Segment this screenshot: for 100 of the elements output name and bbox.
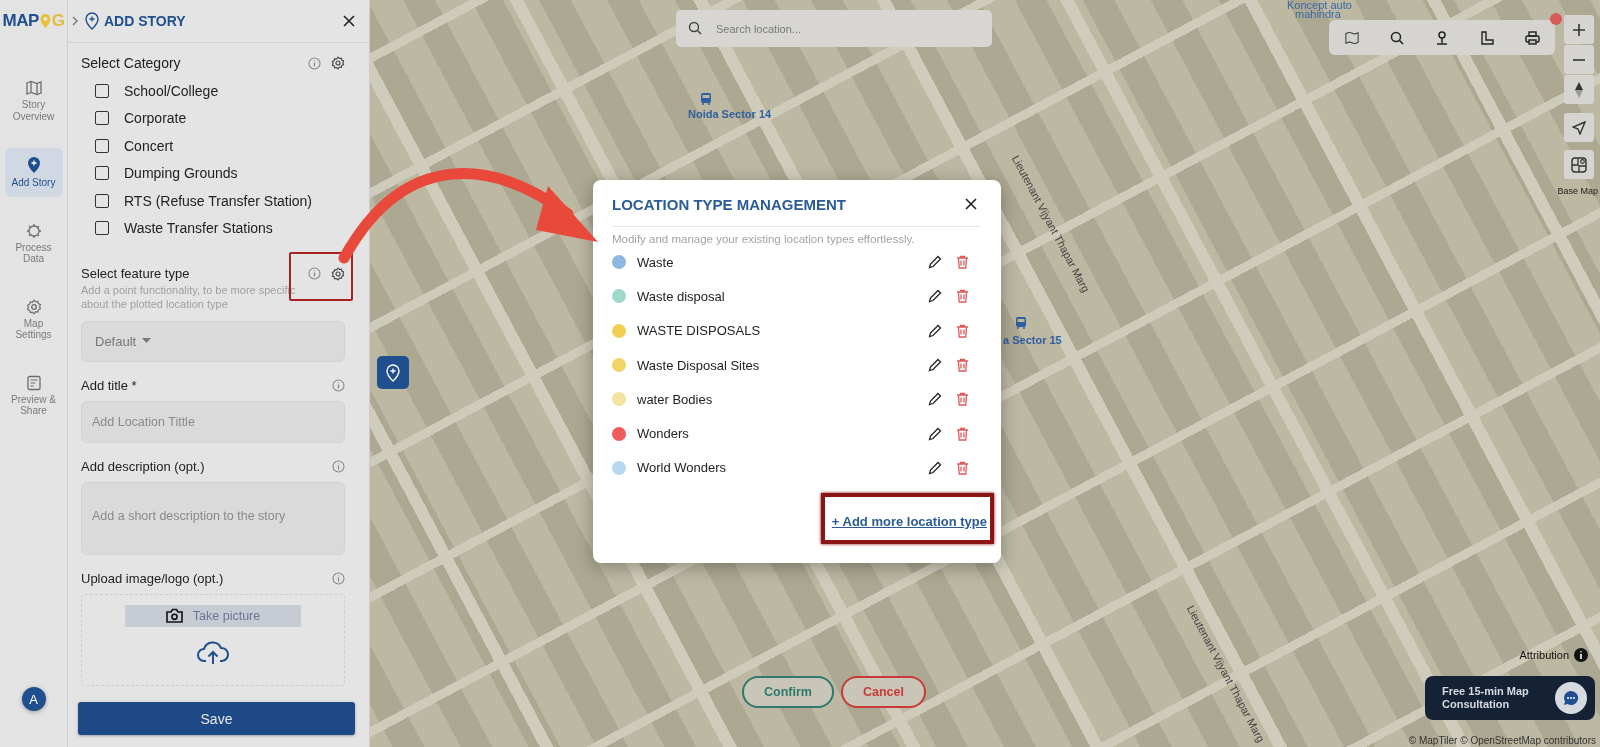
location-type-name: World Wonders — [637, 460, 727, 476]
map-icon — [25, 80, 42, 96]
ruler-icon[interactable] — [1479, 30, 1494, 45]
dialog-title: LOCATION TYPE MANAGEMENT — [612, 195, 846, 213]
print-icon[interactable] — [1524, 30, 1540, 45]
search-field[interactable]: Search location... — [676, 10, 992, 47]
rail-item[interactable]: Preview & Share — [4, 366, 63, 425]
cloud-upload-icon — [196, 638, 230, 665]
rail-item[interactable]: Story Overview — [4, 72, 63, 130]
map-label: Koncept auto — [1287, 0, 1352, 11]
checkbox[interactable] — [95, 138, 109, 153]
bus-stop-icon — [1015, 316, 1027, 330]
info-icon[interactable] — [1574, 648, 1588, 662]
take-picture-button[interactable]: Take picture — [125, 604, 301, 627]
navigation-arrow-icon — [1572, 120, 1586, 135]
description-input[interactable]: Add a short description to the story — [81, 481, 345, 555]
checkbox-label: School/College — [124, 82, 219, 99]
pin-plus-icon — [84, 12, 100, 30]
delete-icon[interactable] — [956, 460, 969, 475]
pin-plus-icon — [385, 363, 401, 382]
checkbox[interactable] — [95, 221, 109, 236]
checkbox[interactable] — [95, 83, 109, 98]
edit-icon[interactable] — [928, 426, 942, 441]
location-type-name: WASTE DISPOSALS — [637, 323, 761, 339]
field-label: Add title * — [81, 377, 137, 393]
location-type-name: Wonders — [637, 426, 689, 442]
locate-button[interactable] — [1564, 113, 1594, 142]
settings-icon — [25, 298, 42, 315]
rail-item[interactable]: Add Story — [4, 148, 63, 197]
consultation-text: Free 15-min Map Consultation — [1442, 684, 1530, 712]
map-label: Noida Sector 14 — [688, 108, 772, 120]
checkbox-label: Waste Transfer Stations — [124, 220, 273, 237]
delete-icon[interactable] — [956, 426, 969, 441]
map-copyright: © MapTiler © OpenStreetMap contributors — [1408, 735, 1596, 746]
location-type-name: water Bodies — [637, 391, 713, 407]
layers-icon — [1571, 156, 1587, 173]
search-icon — [688, 21, 702, 35]
zoom-in-button[interactable] — [1564, 15, 1594, 44]
chat-icon[interactable] — [1555, 682, 1587, 714]
upload-dropzone[interactable]: Take picture — [81, 593, 345, 686]
map-marker-button[interactable] — [377, 356, 409, 389]
location-type-name: Waste — [637, 254, 674, 270]
confirm-button[interactable]: Confirm — [742, 676, 834, 708]
minus-icon — [1572, 58, 1586, 61]
base-map-label: Base Map — [1557, 186, 1598, 196]
edit-icon[interactable] — [928, 255, 942, 270]
process-icon — [25, 222, 42, 239]
panel-title: ADD STORY — [104, 13, 186, 29]
avatar[interactable]: A — [21, 687, 46, 711]
edit-icon[interactable] — [928, 289, 942, 304]
delete-icon[interactable] — [956, 255, 969, 270]
feature-type-dropdown[interactable]: Default — [81, 320, 345, 362]
checkbox-label: Dumping Grounds — [124, 165, 238, 182]
compass-button[interactable] — [1564, 75, 1594, 104]
location-type-name: Waste Disposal Sites — [637, 357, 760, 373]
dialog-subtitle: Modify and manage your existing location types effortlessly. — [612, 233, 916, 245]
bus-stop-icon — [700, 92, 712, 106]
rail-item[interactable]: Process Data — [4, 214, 63, 273]
settings-icon[interactable] — [331, 56, 345, 70]
cancel-button[interactable]: Cancel — [840, 676, 926, 708]
edit-icon[interactable] — [928, 460, 942, 475]
delete-icon[interactable] — [956, 392, 969, 407]
camera-icon — [165, 608, 183, 624]
title-input[interactable]: Add Location Tittle — [81, 400, 345, 443]
search-icon[interactable] — [1389, 30, 1404, 45]
delete-icon[interactable] — [956, 358, 969, 373]
location-pin-icon[interactable] — [1434, 30, 1449, 45]
zoom-out-button[interactable] — [1564, 45, 1594, 74]
delete-icon[interactable] — [956, 289, 969, 304]
delete-icon[interactable] — [956, 323, 969, 338]
map-label: a Sector 15 — [1003, 334, 1062, 346]
preview-icon — [25, 374, 42, 391]
edit-icon[interactable] — [928, 358, 942, 373]
checkbox[interactable] — [95, 193, 109, 208]
caret-icon — [142, 338, 152, 345]
logo-text: G — [51, 11, 65, 31]
field-label: Add description (opt.) — [81, 458, 205, 474]
field-label: Upload image/logo (opt.) — [81, 570, 224, 586]
compass-icon — [1574, 80, 1584, 99]
section-title: Select Category — [81, 55, 181, 71]
edit-icon[interactable] — [928, 323, 942, 338]
base-map-button[interactable] — [1564, 150, 1594, 179]
map-icon[interactable] — [1344, 30, 1359, 45]
settings-icon[interactable] — [331, 266, 345, 281]
section-title: Select feature type — [81, 266, 190, 281]
edit-icon[interactable] — [928, 392, 942, 407]
checkbox[interactable] — [95, 166, 109, 181]
rail-item[interactable]: Map Settings — [4, 290, 63, 349]
logo-text: MAP — [2, 11, 39, 31]
add-location-type-link[interactable]: + Add more location type — [831, 514, 987, 530]
checkbox[interactable] — [95, 111, 109, 126]
checkbox-label: RTS (Refuse Transfer Station) — [124, 192, 313, 209]
location-type-name: Waste disposal — [637, 288, 725, 304]
attribution-label: Attribution — [1519, 649, 1569, 661]
pin-icon — [25, 156, 42, 174]
consultation-banner[interactable]: Free 15-min Map Consultation — [1425, 676, 1595, 720]
checkbox-label: Corporate — [124, 110, 187, 127]
pin-icon — [38, 13, 52, 29]
save-button[interactable]: Save — [78, 702, 355, 735]
chevron-right-icon[interactable] — [70, 15, 80, 27]
